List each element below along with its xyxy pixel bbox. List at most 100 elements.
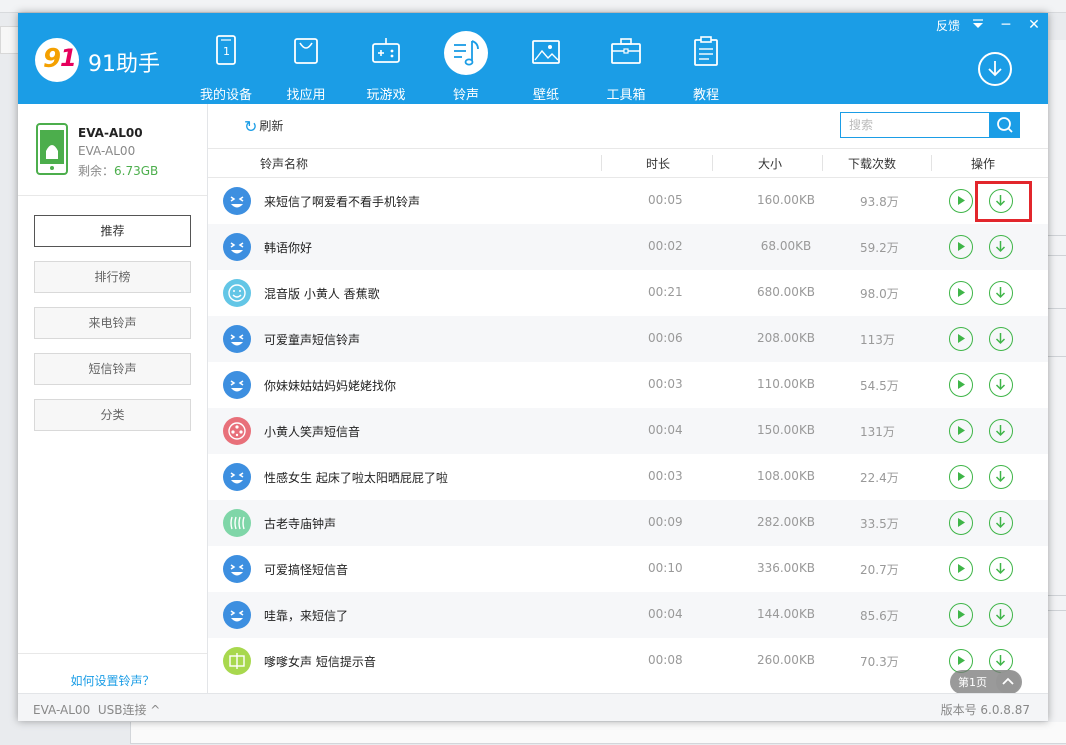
android-phone-icon — [36, 123, 68, 175]
ringtone-size: 680.00KB — [756, 285, 816, 299]
music-note-icon — [444, 31, 488, 75]
ringtone-downloads: 54.5万 — [860, 379, 899, 393]
chinese-char-icon — [223, 647, 251, 675]
ringtone-downloads: 131万 — [860, 425, 895, 439]
nav-tutorial[interactable]: 教程 — [674, 31, 738, 103]
close-button[interactable]: ✕ — [1022, 13, 1046, 37]
menu-button[interactable] — [966, 13, 990, 37]
play-button[interactable] — [949, 419, 973, 443]
nav-games[interactable]: 玩游戏 — [354, 31, 418, 103]
play-icon — [958, 518, 965, 527]
table-row[interactable]: 韩语你好 00:02 68.00KB 59.2万 — [208, 224, 1048, 270]
download-button[interactable] — [989, 281, 1013, 305]
play-icon — [958, 242, 965, 251]
download-button[interactable] — [989, 603, 1013, 627]
header-size: 大小 — [758, 157, 783, 171]
nav-label: 铃声 — [452, 88, 479, 103]
table-row[interactable]: 性感女生 起床了啦太阳晒屁屁了啦 00:03 108.00KB 22.4万 — [208, 454, 1048, 500]
play-button[interactable] — [949, 603, 973, 627]
table-row[interactable]: 你妹妹姑姑妈妈姥姥找你 00:03 110.00KB 54.5万 — [208, 362, 1048, 408]
ringtone-size: 108.00KB — [756, 469, 816, 483]
play-button[interactable] — [949, 327, 973, 351]
download-button[interactable] — [989, 465, 1013, 489]
status-connection: EVA-AL00 USB连接 ^ — [33, 701, 160, 718]
ringtone-name: 可爱童声短信铃声 — [264, 333, 361, 347]
play-button[interactable] — [949, 511, 973, 535]
nav-toolbox[interactable]: 工具箱 — [594, 31, 658, 103]
play-icon — [958, 196, 965, 205]
ringtone-name: 可爱搞怪短信音 — [264, 563, 349, 577]
table-row[interactable]: 小黄人笑声短信音 00:04 150.00KB 131万 — [208, 408, 1048, 454]
feedback-link[interactable]: 反馈 — [936, 17, 960, 34]
bells-icon — [223, 509, 251, 537]
ringtone-duration: 00:10 — [648, 561, 683, 575]
ringtone-size: 160.00KB — [756, 193, 816, 207]
header-name: 铃声名称 — [260, 157, 309, 171]
search-input[interactable] — [840, 112, 990, 138]
download-manager-button[interactable] — [978, 52, 1012, 86]
ringtone-duration: 00:04 — [648, 423, 683, 437]
play-icon — [958, 334, 965, 343]
category-recommended[interactable]: 推荐 — [34, 215, 191, 247]
download-button[interactable] — [989, 373, 1013, 397]
usb-connection-toggle[interactable]: USB连接 ^ — [98, 703, 161, 717]
play-button[interactable] — [949, 189, 973, 213]
nav-ringtones[interactable]: 铃声 — [434, 31, 498, 103]
download-button[interactable] — [989, 419, 1013, 443]
nav-my-device[interactable]: 1 我的设备 — [194, 31, 258, 103]
ringtone-downloads: 70.3万 — [860, 655, 899, 669]
gamepad-icon — [364, 31, 408, 75]
table-row[interactable]: 嗲嗲女声 短信提示音 00:08 260.00KB 70.3万 — [208, 638, 1048, 684]
smile-face-icon — [223, 279, 251, 307]
background-window-top — [0, 0, 1066, 13]
play-button[interactable] — [949, 373, 973, 397]
download-button[interactable] — [989, 511, 1013, 535]
ringtone-downloads: 59.2万 — [860, 241, 899, 255]
nav-label: 我的设备 — [199, 88, 252, 103]
download-button[interactable] — [989, 235, 1013, 259]
ringtone-duration: 00:05 — [648, 193, 683, 207]
minimize-button[interactable]: ─ — [994, 13, 1018, 37]
nav-wallpaper[interactable]: 壁纸 — [514, 31, 578, 103]
nav-label: 壁纸 — [532, 88, 559, 103]
download-icon — [995, 563, 1006, 575]
play-button[interactable] — [949, 235, 973, 259]
category-call-ringtones[interactable]: 来电铃声 — [34, 307, 191, 339]
laughing-face-icon — [223, 555, 251, 583]
toolbox-icon — [604, 31, 648, 75]
laughing-face-icon — [223, 463, 251, 491]
ringtone-size: 336.00KB — [756, 561, 816, 575]
table-row[interactable]: 来短信了啊爱看不看手机铃声 00:05 160.00KB 93.8万 — [208, 178, 1048, 224]
table-row[interactable]: 混音版 小黄人 香蕉歌 00:21 680.00KB 98.0万 — [208, 270, 1048, 316]
app-logo-icon: 91 — [35, 38, 79, 82]
category-classify[interactable]: 分类 — [34, 399, 191, 431]
play-button[interactable] — [949, 557, 973, 581]
scroll-top-button[interactable] — [996, 670, 1020, 694]
nav-find-apps[interactable]: 找应用 — [274, 31, 338, 103]
download-button[interactable] — [989, 327, 1013, 351]
category-sms-ringtones[interactable]: 短信铃声 — [34, 353, 191, 385]
play-button[interactable] — [949, 281, 973, 305]
ringtone-size: 68.00KB — [760, 239, 812, 253]
triangle-down-icon — [973, 19, 983, 28]
table-row[interactable]: 可爱童声短信铃声 00:06 208.00KB 113万 — [208, 316, 1048, 362]
table-row[interactable]: 可爱搞怪短信音 00:10 336.00KB 20.7万 — [208, 546, 1048, 592]
play-button[interactable] — [949, 465, 973, 489]
laughing-face-icon — [223, 601, 251, 629]
refresh-button[interactable]: ↻ 刷新 — [244, 117, 283, 136]
table-row[interactable]: 古老寺庙钟声 00:09 282.00KB 33.5万 — [208, 500, 1048, 546]
how-to-set-ringtone-link[interactable]: 如何设置铃声？ — [18, 672, 207, 689]
ringtone-downloads: 113万 — [860, 333, 895, 347]
table-row[interactable]: 哇靠，来短信了 00:04 144.00KB 85.6万 — [208, 592, 1048, 638]
category-ranking[interactable]: 排行榜 — [34, 261, 191, 293]
search-button[interactable] — [990, 112, 1020, 138]
pager[interactable]: 第1页 — [950, 670, 1022, 694]
download-arrow-icon — [988, 61, 1002, 77]
refresh-label: 刷新 — [259, 119, 284, 133]
download-button[interactable] — [989, 557, 1013, 581]
shopping-bag-icon — [284, 31, 328, 75]
ringtone-duration: 00:09 — [648, 515, 683, 529]
download-icon — [995, 333, 1006, 345]
status-device: EVA-AL00 — [33, 703, 91, 717]
ringtone-size: 282.00KB — [756, 515, 816, 529]
